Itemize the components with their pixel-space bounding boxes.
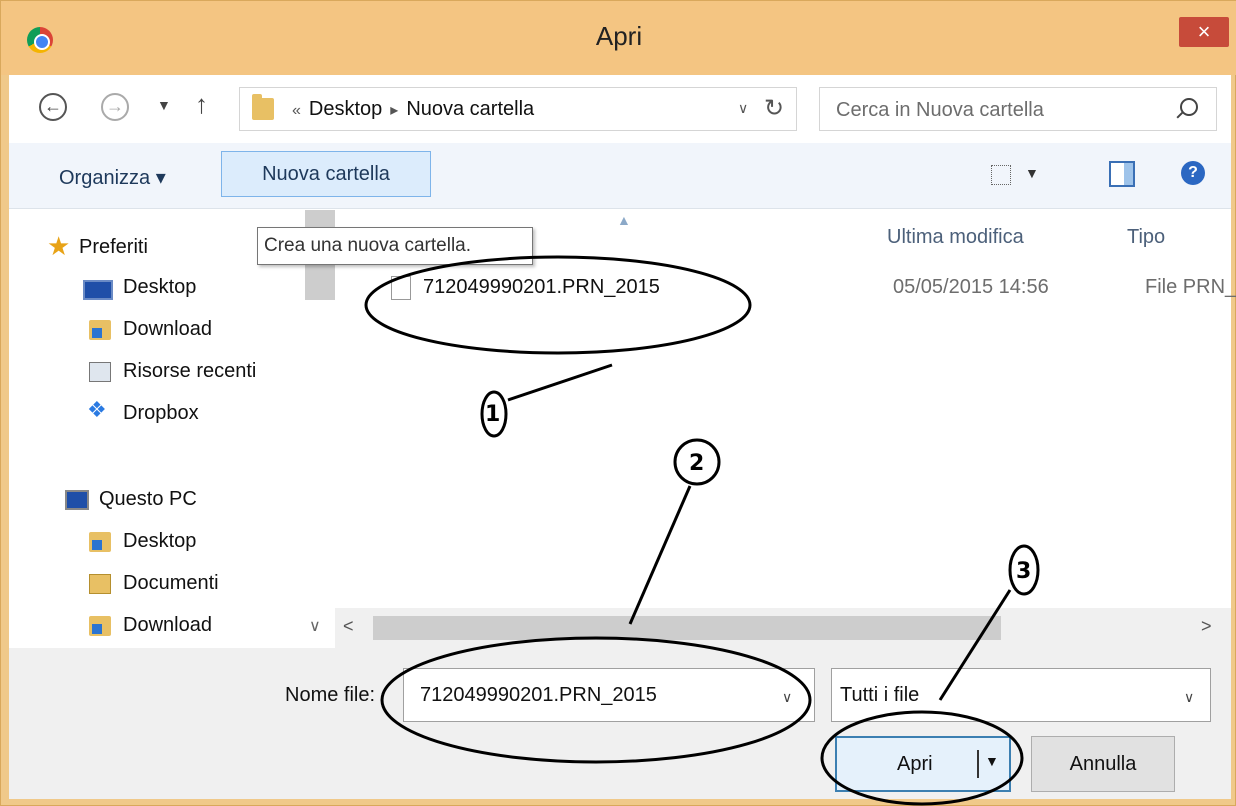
search-icon[interactable] <box>1180 98 1198 116</box>
dropbox-icon: ❖ <box>87 397 107 422</box>
search-input[interactable]: Cerca in Nuova cartella <box>819 87 1217 131</box>
back-arrow-icon[interactable]: ← <box>39 93 67 121</box>
window-title: Apri <box>595 21 643 51</box>
bottom-panel: Nome file: 712049990201.PRN_2015 ∨ Tutti… <box>9 648 1231 799</box>
new-folder-button[interactable]: Nuova cartella <box>221 151 431 197</box>
title-bar: Apri × <box>1 1 1236 75</box>
column-header-type[interactable]: Tipo <box>1127 226 1165 249</box>
filename-label: Nome file: <box>285 684 376 706</box>
desktop-folder-icon <box>89 532 111 552</box>
dialog-client: ← → ▼ ↑ « Desktop ▸ Nuova cartella ∨ ↻ Cerc… <box>9 75 1236 799</box>
breadcrumb-separator-icon[interactable]: ▸ <box>390 102 398 119</box>
sidebar-item-documents[interactable]: Documenti <box>123 572 219 595</box>
file-type-chevron-icon[interactable]: ∨ <box>1184 689 1194 706</box>
filename-input[interactable]: 712049990201.PRN_2015 ∨ <box>403 668 815 722</box>
file-row[interactable]: 712049990201.PRN_2015 05/05/2015 14:56 F… <box>385 272 1236 308</box>
file-type-select[interactable]: Tutti i file ∨ <box>831 668 1211 722</box>
change-view-icon[interactable] <box>991 165 1011 185</box>
computer-icon <box>65 490 89 510</box>
file-list: ▲ Ultima modifica Tipo 712049990201.PRN_… <box>335 210 1236 648</box>
folder-icon <box>252 94 274 120</box>
sidebar-item-desktop[interactable]: Desktop <box>123 276 196 299</box>
file-modified: 05/05/2015 14:56 <box>893 276 1049 298</box>
open-button-label: Apri <box>897 753 933 775</box>
breadcrumb: « Desktop ▸ Nuova cartella <box>284 98 534 121</box>
close-button[interactable]: × <box>1179 17 1229 47</box>
file-type-value: Tutti i file <box>840 684 920 706</box>
filename-value: 712049990201.PRN_2015 <box>420 684 657 706</box>
scroll-left-chevron-icon[interactable]: < <box>343 616 354 637</box>
new-folder-tooltip: Crea una nuova cartella. <box>257 227 533 265</box>
recent-locations-chevron-icon[interactable]: ▼ <box>157 97 171 113</box>
view-options-chevron-icon[interactable]: ▼ <box>1025 165 1039 181</box>
address-row: ← → ▼ ↑ « Desktop ▸ Nuova cartella ∨ ↻ Cerc… <box>9 75 1231 143</box>
download-folder-icon <box>89 320 111 340</box>
open-options-arrow-icon[interactable]: ▼ <box>985 753 999 769</box>
search-placeholder: Cerca in Nuova cartella <box>836 99 1044 121</box>
open-button[interactable]: Apri ▼ <box>835 736 1011 792</box>
preview-pane-icon[interactable] <box>1109 161 1135 187</box>
sidebar-item-pc-desktop[interactable]: Desktop <box>123 530 196 553</box>
horizontal-scrollbar-thumb[interactable] <box>373 616 1001 640</box>
forward-arrow-icon[interactable]: → <box>101 93 129 121</box>
command-toolbar: Organizza ▾ Nuova cartella ▼ ? <box>9 143 1231 209</box>
navigation-pane: ★ Preferiti Desktop Download Risorse rec… <box>9 210 335 700</box>
recent-places-icon <box>89 362 111 382</box>
sidebar-item-pc-download[interactable]: Download <box>123 614 212 637</box>
cancel-button[interactable]: Annulla <box>1031 736 1175 792</box>
sort-ascending-icon: ▲ <box>617 212 631 228</box>
breadcrumb-nuova-cartella[interactable]: Nuova cartella <box>406 98 534 120</box>
file-name[interactable]: 712049990201.PRN_2015 <box>423 276 660 299</box>
refresh-icon[interactable]: ↻ <box>764 94 784 123</box>
download-folder-icon <box>89 616 111 636</box>
sidebar-item-dropbox[interactable]: Dropbox <box>123 402 199 425</box>
sidebar-this-pc[interactable]: Questo PC <box>99 488 197 511</box>
up-arrow-icon[interactable]: ↑ <box>195 89 208 120</box>
desktop-icon <box>83 280 113 300</box>
file-type: File PRN_ <box>1145 276 1236 298</box>
sidebar-favorites[interactable]: Preferiti <box>79 236 148 259</box>
help-icon[interactable]: ? <box>1181 161 1205 185</box>
column-header-modified[interactable]: Ultima modifica <box>887 226 1024 249</box>
open-file-dialog: Apri × ← → ▼ ↑ « Desktop ▸ Nuova cartella ∨… <box>0 0 1236 806</box>
scroll-down-chevron-icon[interactable]: ∨ <box>309 616 321 636</box>
file-icon <box>391 276 411 300</box>
documents-folder-icon <box>89 574 111 594</box>
sidebar-item-download[interactable]: Download <box>123 318 212 341</box>
breadcrumb-desktop[interactable]: Desktop <box>309 98 382 120</box>
filename-dropdown-chevron-icon[interactable]: ∨ <box>782 689 792 706</box>
address-dropdown-chevron-icon[interactable]: ∨ <box>738 100 748 117</box>
sidebar-item-recent[interactable]: Risorse recenti <box>123 360 256 383</box>
address-box[interactable]: « Desktop ▸ Nuova cartella ∨ ↻ <box>239 87 797 131</box>
overflow-chevron-icon[interactable]: « <box>292 102 301 119</box>
scroll-right-chevron-icon[interactable]: > <box>1201 616 1212 637</box>
star-icon: ★ <box>47 231 71 261</box>
organize-button[interactable]: Organizza ▾ <box>59 165 166 190</box>
split-divider <box>977 750 979 778</box>
horizontal-scrollbar[interactable]: < > <box>335 608 1231 648</box>
